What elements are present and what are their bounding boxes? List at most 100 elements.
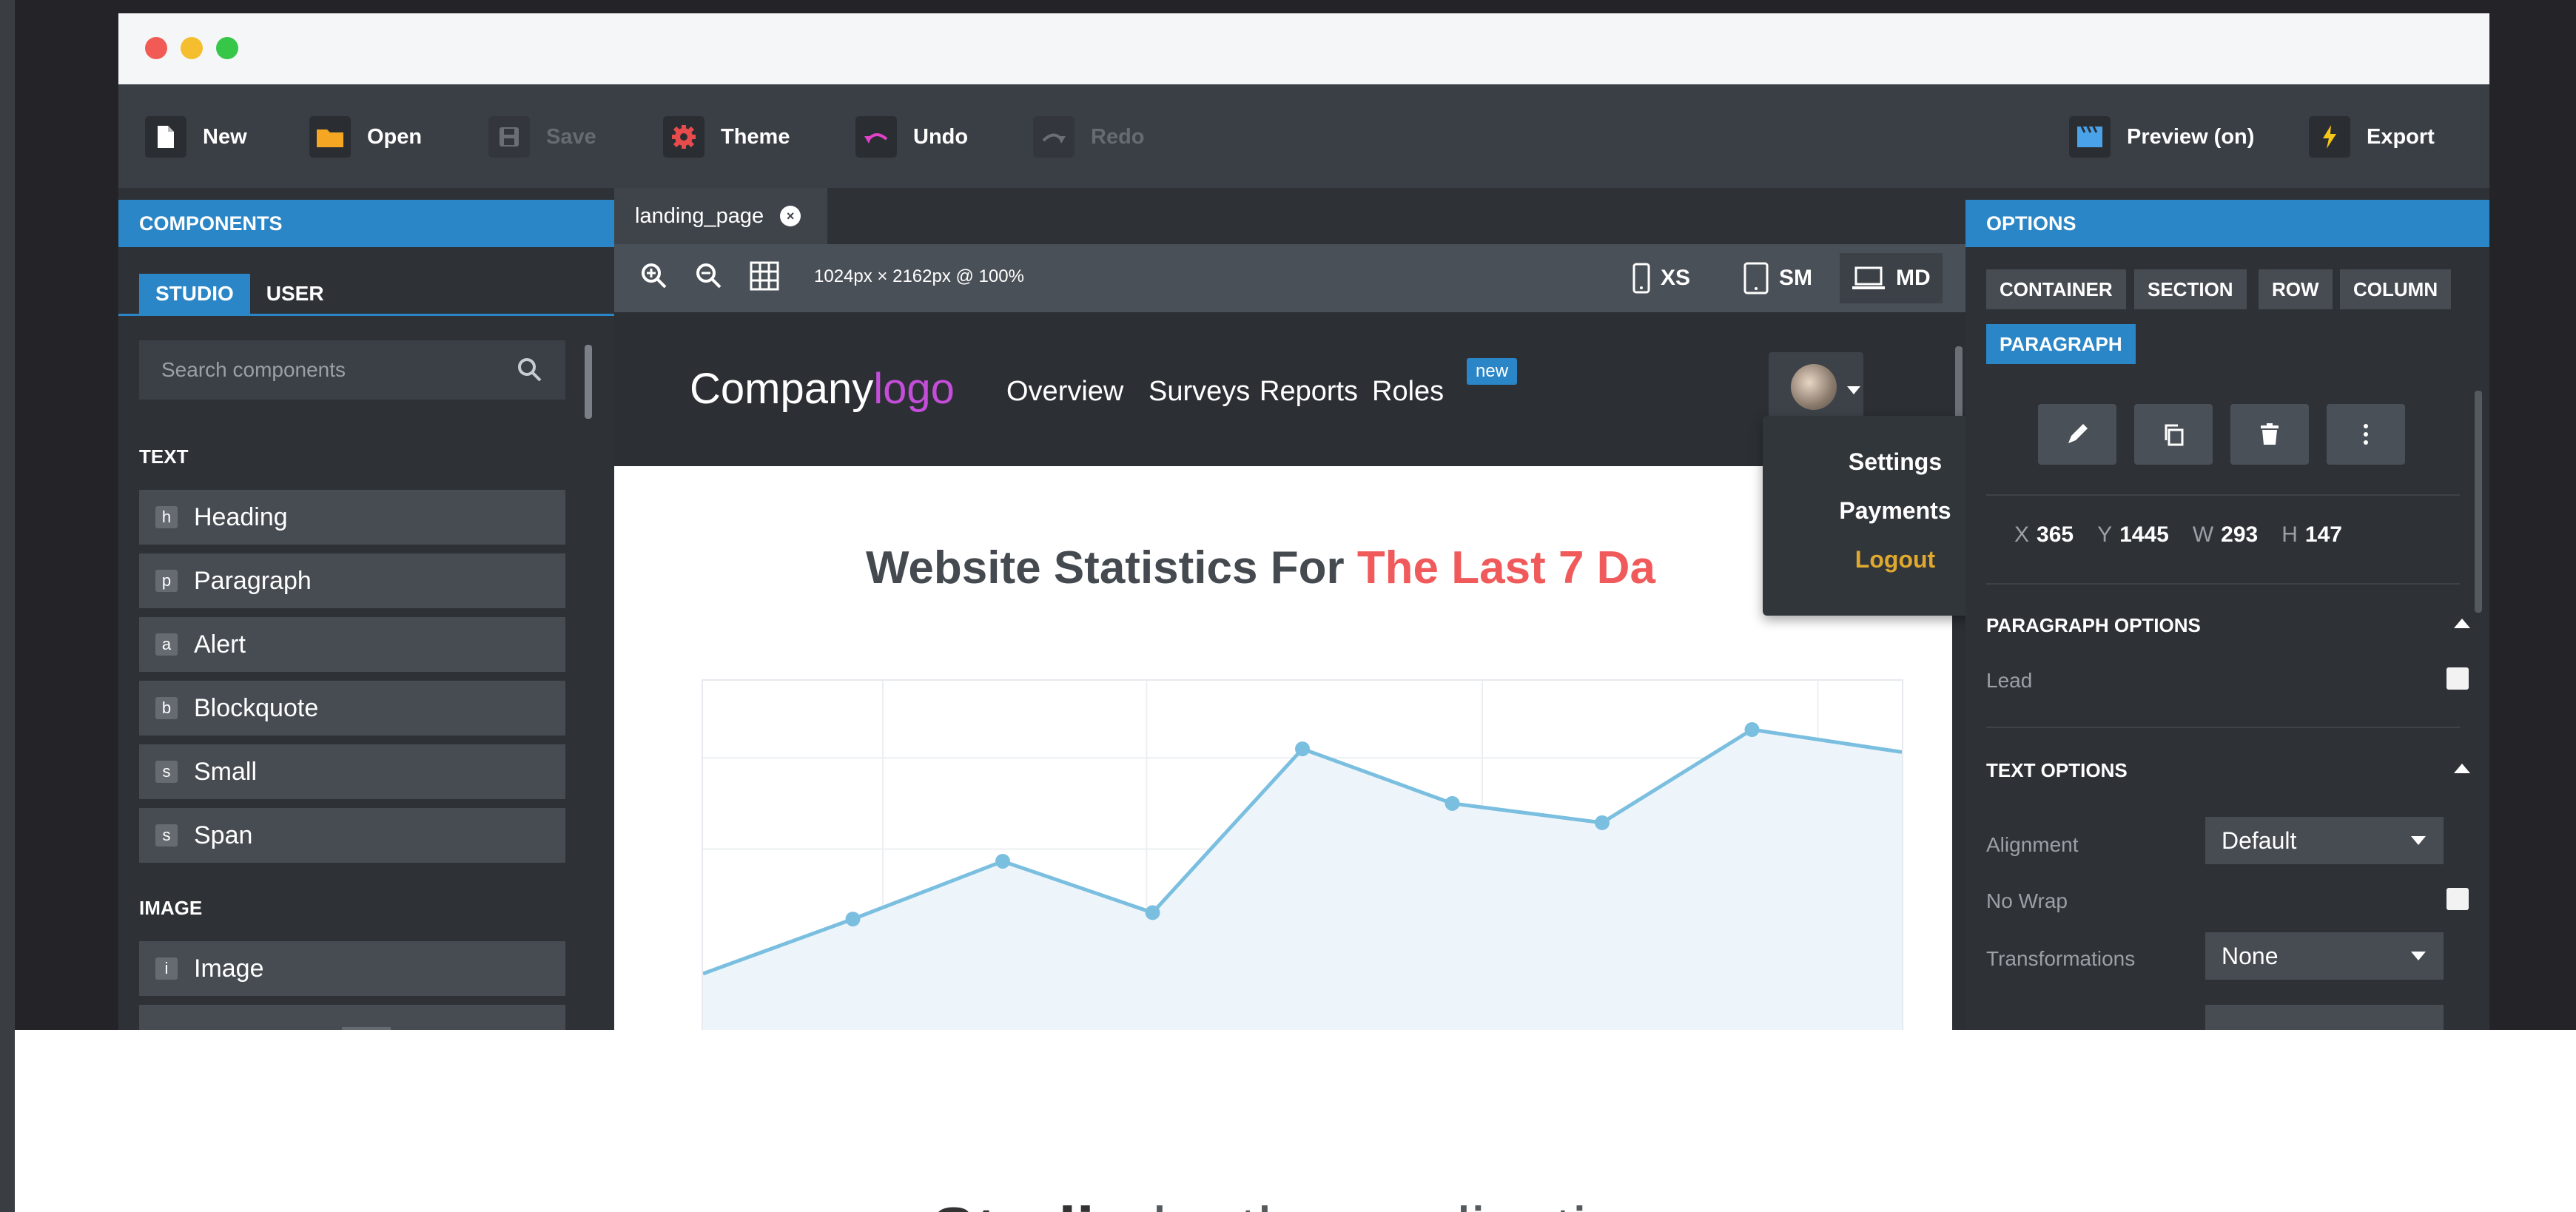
caption-rest: by the application [1134, 1194, 1659, 1212]
element-coordinates: X 365 Y 1445 W 293 H 147 [2014, 522, 2358, 548]
component-alert[interactable]: a Alert [139, 617, 565, 672]
chip-section[interactable]: SECTION [2134, 269, 2247, 309]
duplicate-button[interactable] [2134, 404, 2213, 465]
chevron-down-icon [2411, 836, 2426, 845]
preview-label: Preview (on) [2127, 124, 2255, 149]
chart-point[interactable] [1744, 722, 1760, 738]
close-window-button[interactable] [145, 37, 167, 59]
nav-roles[interactable]: Roles [1372, 376, 1444, 408]
component-badge: s [155, 824, 178, 846]
options-scroll-area: X 365 Y 1445 W 293 H 147 PARAGRAPH OPTIONS L… [1965, 385, 2489, 1030]
chart-point[interactable] [845, 912, 861, 927]
document-tab[interactable]: landing_page × [614, 188, 827, 244]
save-button[interactable]: Save [488, 116, 596, 158]
components-scrollbar[interactable] [585, 345, 592, 419]
preview-button[interactable]: Preview (on) [2069, 116, 2255, 158]
minimize-window-button[interactable] [181, 37, 203, 59]
chip-column[interactable]: COLUMN [2340, 269, 2452, 309]
grid-icon[interactable] [749, 260, 780, 292]
lead-checkbox[interactable] [2446, 667, 2469, 690]
undo-icon [864, 133, 888, 144]
component-image[interactable]: i Image [139, 941, 565, 996]
chart-point[interactable] [1145, 905, 1160, 920]
avatar [1791, 364, 1837, 410]
chevron-down-icon [2411, 952, 2426, 960]
transformations-select[interactable]: None [2205, 932, 2444, 980]
chart-point[interactable] [1595, 815, 1610, 830]
lead-label: Lead [1986, 669, 2033, 692]
floppy-icon [500, 127, 519, 147]
more-button[interactable] [2327, 404, 2405, 465]
site-page: Website Statistics For The Last 7 Da [614, 466, 1952, 1030]
alignment-select[interactable]: Default [2205, 817, 2444, 864]
undo-button[interactable]: Undo [855, 116, 968, 158]
tabs-underline [118, 314, 614, 316]
component-heading[interactable]: h Heading [139, 490, 565, 545]
breakpoint-md[interactable]: MD [1840, 253, 1943, 303]
laptop-icon [1852, 266, 1885, 289]
y-value: 1445 [2119, 522, 2169, 547]
stats-chart [702, 679, 1903, 1030]
nav-surveys[interactable]: Surveys [1149, 376, 1250, 408]
chart-point[interactable] [995, 853, 1010, 869]
delete-button[interactable] [2230, 404, 2309, 465]
transformations-label: Transformations [1986, 947, 2136, 970]
component-label: Blockquote [194, 693, 319, 722]
chart-point[interactable] [1295, 741, 1310, 757]
file-icon [158, 126, 174, 148]
caption-area: Studio by the application [15, 1030, 2576, 1212]
options-scrollbar[interactable] [2475, 391, 2482, 613]
component-partial[interactable] [139, 1005, 565, 1030]
search-placeholder: Search components [161, 358, 346, 381]
breakpoint-xs[interactable]: XS [1621, 253, 1702, 303]
component-paragraph[interactable]: p Paragraph [139, 553, 565, 608]
nowrap-checkbox[interactable] [2446, 888, 2469, 910]
redo-button[interactable]: Redo [1033, 116, 1145, 158]
line-chart [702, 681, 1903, 1030]
tablet-icon [1743, 262, 1769, 294]
close-tab-icon[interactable]: × [780, 206, 801, 226]
zoom-in-icon[interactable] [639, 261, 669, 291]
vertical-dots-icon [2364, 424, 2368, 445]
breakpoint-sm[interactable]: SM [1732, 253, 1824, 303]
title-bar [118, 13, 2489, 84]
search-icon [518, 358, 542, 382]
theme-label: Theme [721, 124, 790, 149]
component-tabs: STUDIO USER [139, 274, 340, 314]
search-input[interactable]: Search components [139, 340, 565, 400]
chip-paragraph[interactable]: PARAGRAPH [1986, 324, 2136, 364]
user-menu-toggle[interactable] [1769, 352, 1863, 422]
nav-reports[interactable]: Reports [1260, 376, 1358, 408]
collapse-icon[interactable] [2454, 619, 2470, 628]
zoom-out-icon[interactable] [694, 261, 724, 291]
edit-button[interactable] [2038, 404, 2116, 465]
chart-point[interactable] [1445, 795, 1460, 811]
site-logo[interactable]: Companylogo [690, 364, 955, 414]
section-image-title: IMAGE [139, 897, 203, 919]
tab-studio[interactable]: STUDIO [139, 274, 250, 314]
chip-row[interactable]: ROW [2259, 269, 2333, 309]
element-actions [2038, 404, 2405, 465]
page-title: Website Statistics For The Last 7 Da [614, 542, 1952, 594]
breakpoint-label: MD [1896, 266, 1931, 290]
folder-icon [317, 129, 343, 147]
paragraph-options-title: PARAGRAPH OPTIONS [1986, 614, 2201, 636]
tab-user[interactable]: USER [250, 274, 340, 314]
component-small[interactable]: s Small [139, 744, 565, 799]
component-badge: a [155, 633, 178, 656]
text-options-title: TEXT OPTIONS [1986, 759, 2128, 781]
pencil-icon [2068, 424, 2088, 443]
export-button[interactable]: Export [2309, 116, 2435, 158]
next-select-partial[interactable] [2205, 1005, 2444, 1030]
nav-overview[interactable]: Overview [1006, 376, 1123, 408]
theme-button[interactable]: Theme [663, 116, 790, 158]
breakpoint-label: SM [1779, 266, 1812, 290]
component-span[interactable]: s Span [139, 808, 565, 863]
new-button[interactable]: New [145, 116, 247, 158]
chip-container[interactable]: CONTAINER [1986, 269, 2126, 309]
component-blockquote[interactable]: b Blockquote [139, 681, 565, 735]
open-button[interactable]: Open [309, 116, 422, 158]
collapse-icon[interactable] [2454, 764, 2470, 773]
page-title-main: Website Statistics For [866, 542, 1357, 593]
maximize-window-button[interactable] [216, 37, 238, 59]
